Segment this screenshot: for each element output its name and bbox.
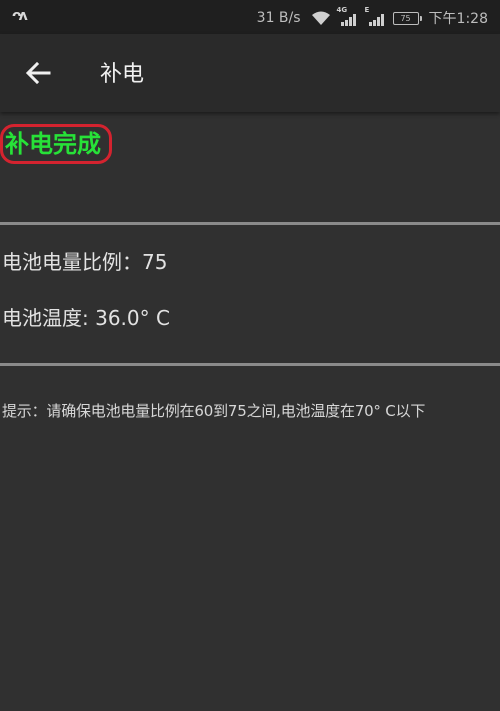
battery-temp-value: 36.0° C xyxy=(95,306,170,330)
cellular-signal-icon: 4G xyxy=(336,6,359,27)
page-title: 补电 xyxy=(100,62,145,87)
status-bar-right: 31 B/s 4G E 75 下午1:28 xyxy=(256,6,488,28)
app-bar: 补电 xyxy=(0,34,500,112)
divider xyxy=(0,222,500,225)
battery-icon: 75 xyxy=(392,11,422,25)
hint-text: 提示：请确保电池电量比例在60到75之间,电池温度在70° C以下 xyxy=(2,402,426,420)
divider xyxy=(0,363,500,366)
back-button[interactable] xyxy=(20,55,56,91)
annotation-circle: 补电完成 xyxy=(0,124,112,164)
battery-temp-row: 电池温度: 36.0° C xyxy=(2,302,170,331)
battery-ratio-row: 电池电量比例：75 xyxy=(2,246,167,275)
arrow-left-icon xyxy=(25,62,51,84)
battery-temp-label: 电池温度: xyxy=(2,306,96,330)
clock: 下午1:28 xyxy=(428,11,488,27)
network-speed: 31 B/s xyxy=(256,10,301,26)
network-type-label-2: E xyxy=(364,6,370,14)
cellular-signal-icon-2: E xyxy=(364,6,387,27)
battery-ratio-label: 电池电量比例： xyxy=(2,250,142,274)
status-bar: ᴖᴧ 31 B/s 4G E 75 下午1:28 xyxy=(0,0,500,34)
wifi-icon xyxy=(311,10,331,26)
battery-ratio-value: 75 xyxy=(142,250,168,274)
notification-icon: ᴖᴧ xyxy=(12,8,28,24)
network-type-label: 4G xyxy=(336,6,348,14)
charge-status-headline: 补电完成 xyxy=(5,130,101,158)
